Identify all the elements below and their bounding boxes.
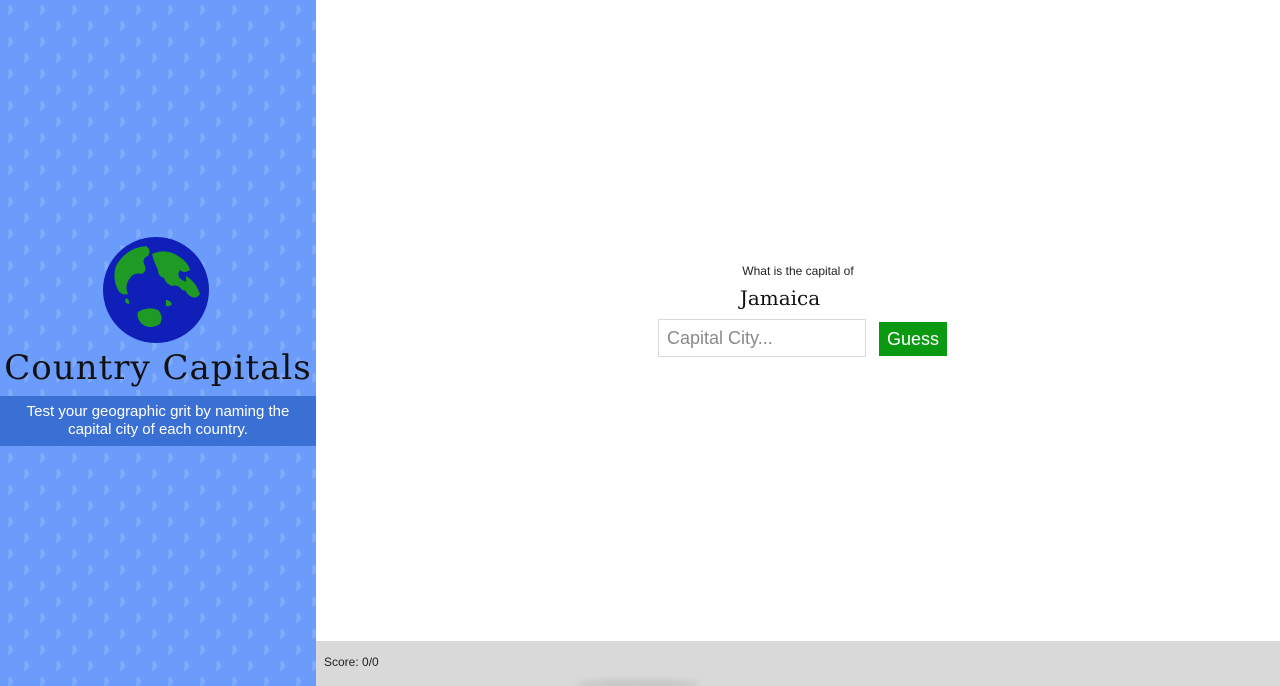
question-prompt: What is the capital of xyxy=(742,264,854,278)
globe-icon xyxy=(103,237,209,343)
footer: Score: 0/0 xyxy=(316,641,1280,686)
quiz-panel: What is the capital of Jamaica Guess xyxy=(316,0,1280,641)
sidebar: Country Capitals Test your geographic gr… xyxy=(0,0,316,686)
country-name: Jamaica xyxy=(739,286,821,310)
guess-button[interactable]: Guess xyxy=(879,322,947,356)
footer-shadow xyxy=(576,679,700,686)
app-title: Country Capitals xyxy=(4,348,312,388)
app-root: Country Capitals Test your geographic gr… xyxy=(0,0,1280,686)
tagline-text: Test your geographic grit by naming the … xyxy=(26,403,290,438)
score-label: Score: 0/0 xyxy=(324,655,379,669)
capital-city-input[interactable] xyxy=(658,319,866,357)
tagline-banner: Test your geographic grit by naming the … xyxy=(0,396,316,446)
